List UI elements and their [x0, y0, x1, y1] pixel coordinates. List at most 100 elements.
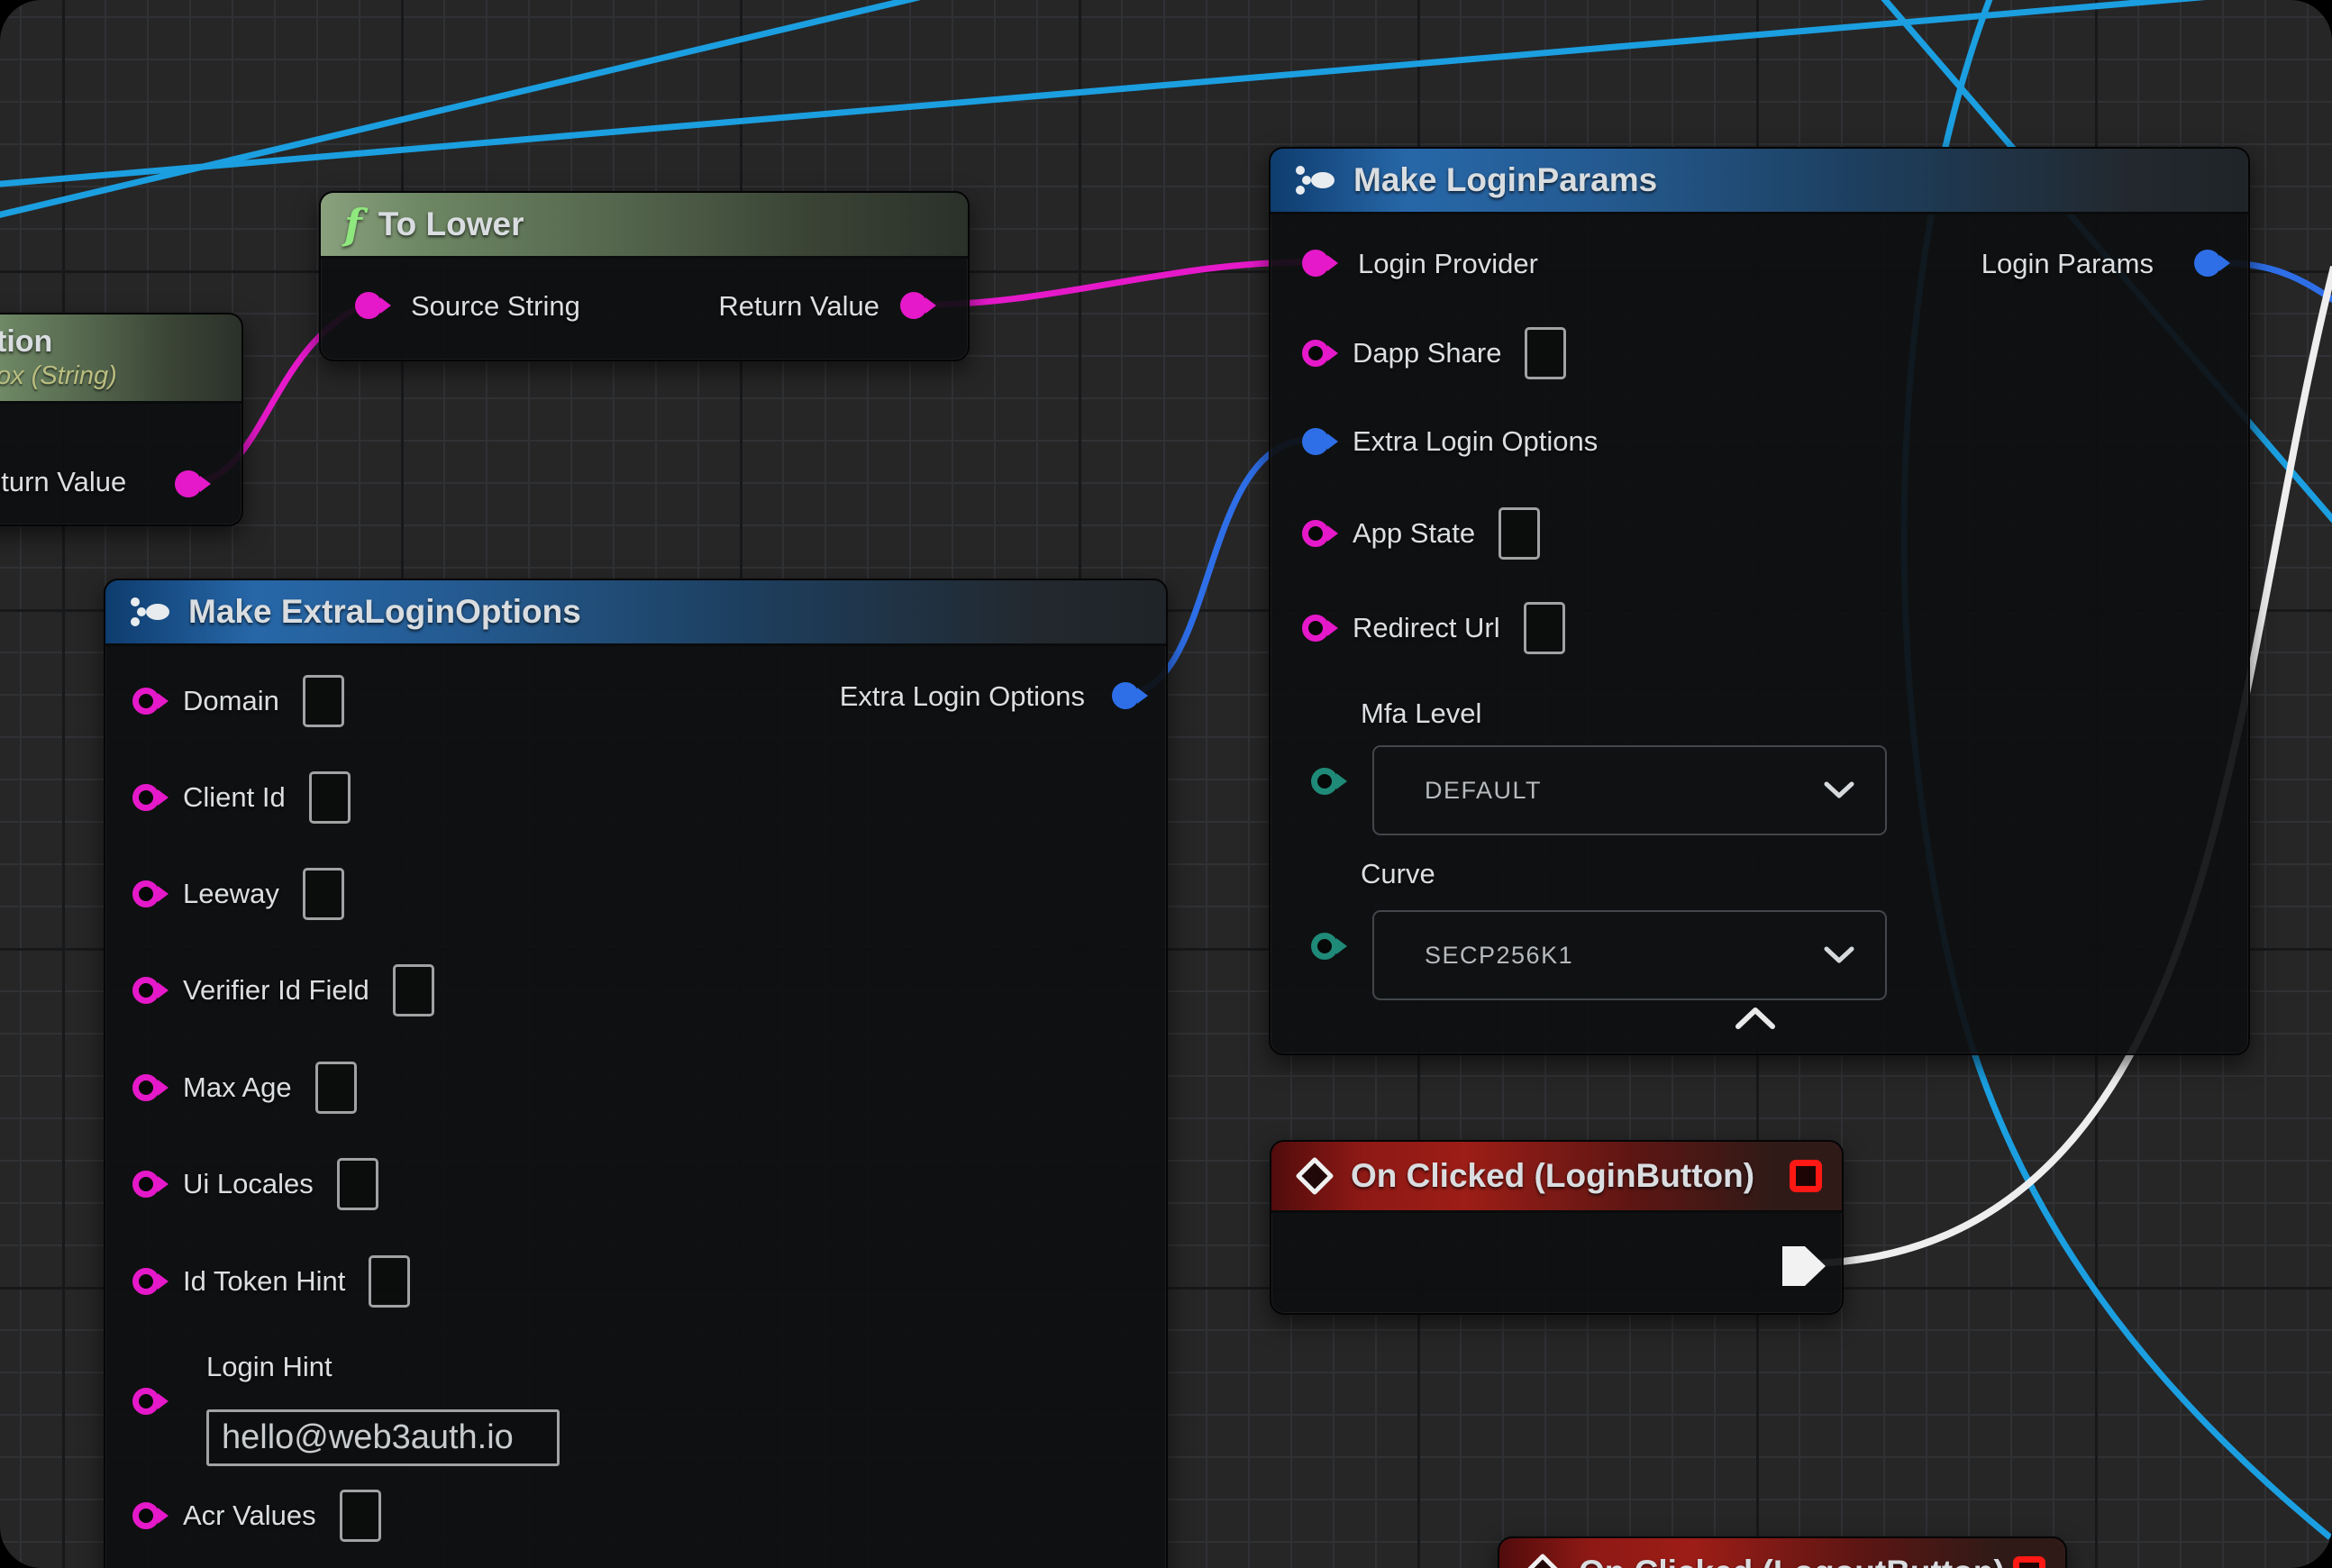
pin-label-redirect-url: Redirect Url — [1353, 612, 1500, 644]
pin-label-login-hint: Login Hint — [206, 1351, 332, 1383]
node-make-extra-login-options[interactable]: Make ExtraLoginOptions Domain Extra Logi… — [104, 579, 1168, 1568]
pin-login-hint-in[interactable] — [132, 1388, 159, 1415]
pin-nub — [1336, 773, 1347, 789]
pin-verifier-id-field-in[interactable] — [132, 977, 159, 1004]
login-hint-input[interactable]: hello@web3auth.io — [206, 1409, 560, 1466]
event-diamond-icon — [1523, 1553, 1562, 1568]
pin-nub — [158, 789, 169, 806]
pin-source-string-in[interactable] — [355, 292, 382, 319]
max-age-value-field[interactable] — [315, 1062, 357, 1114]
pin-label-return-value: Return Value — [718, 290, 879, 323]
pin-label-client-id: Client Id — [183, 781, 286, 814]
pin-nub — [158, 1273, 169, 1290]
node-to-lower[interactable]: f To Lower Source String Return Value — [319, 191, 970, 361]
pin-nub — [380, 297, 391, 314]
pin-domain-in[interactable] — [132, 688, 159, 715]
pin-nub — [158, 1393, 169, 1409]
node-title: On Clicked (LogoutButton) — [1579, 1554, 2005, 1568]
pin-nub — [1336, 938, 1347, 954]
chevron-down-icon — [1824, 946, 1854, 964]
wire-blue-diagonal-steep[interactable] — [0, 0, 961, 219]
node-partial-getter[interactable]: tion ox (String) eturn Value — [0, 313, 243, 526]
mfa-level-value: DEFAULT — [1425, 777, 1542, 805]
pin-nub — [158, 1508, 169, 1524]
node-make-login-params[interactable]: Make LoginParams Login Provider Login Pa… — [1269, 147, 2250, 1055]
pin-label-extra-login-options-out: Extra Login Options — [840, 680, 1085, 713]
pin-dapp-share-in[interactable] — [1302, 340, 1329, 367]
pin-label-ui-locales: Ui Locales — [183, 1168, 314, 1200]
curve-value: SECP256K1 — [1425, 942, 1573, 970]
pin-extra-login-options-out[interactable] — [1112, 682, 1139, 709]
pin-label-extra-login-options: Extra Login Options — [1353, 425, 1598, 458]
leeway-value-field[interactable] — [303, 868, 344, 920]
pin-nub — [158, 693, 169, 709]
make-struct-icon — [1294, 164, 1337, 196]
redirect-url-value-field[interactable] — [1524, 602, 1565, 654]
exec-out-pin[interactable] — [1782, 1246, 1826, 1286]
pin-label-login-params-out: Login Params — [1981, 248, 2154, 280]
pin-return-value-out[interactable] — [900, 292, 927, 319]
pin-nub — [1327, 620, 1338, 636]
pin-id-token-hint-in[interactable] — [132, 1268, 159, 1295]
pin-label-domain: Domain — [183, 685, 279, 717]
blueprint-graph-canvas[interactable]: tion ox (String) eturn Value f To Lower … — [0, 0, 2332, 1568]
delegate-pin[interactable] — [1790, 1160, 1822, 1192]
blueprint-editor-screenshot: tion ox (String) eturn Value f To Lower … — [0, 0, 2332, 1568]
function-icon: f — [344, 204, 362, 245]
node-on-clicked-logout-button[interactable]: On Clicked (LogoutButton) — [1498, 1536, 2067, 1568]
chevron-down-icon — [1824, 781, 1854, 799]
pin-label-verifier-id-field: Verifier Id Field — [183, 974, 369, 1007]
wire-tolower-to-login-provider[interactable] — [913, 262, 1311, 305]
delegate-pin[interactable] — [2013, 1556, 2045, 1568]
curve-dropdown[interactable]: SECP256K1 — [1372, 910, 1887, 1000]
pin-extra-login-options-in[interactable] — [1302, 428, 1329, 455]
node-title: Make LoginParams — [1353, 161, 1657, 199]
node-on-clicked-login-button[interactable]: On Clicked (LoginButton) — [1270, 1140, 1844, 1315]
pin-curve-in[interactable] — [1311, 933, 1338, 960]
client-id-value-field[interactable] — [309, 771, 351, 824]
mfa-level-dropdown[interactable]: DEFAULT — [1372, 745, 1887, 835]
pin-label-leeway: Leeway — [183, 878, 279, 910]
pin-acr-values-in[interactable] — [132, 1502, 159, 1529]
event-diamond-icon — [1295, 1156, 1335, 1196]
pin-app-state-in[interactable] — [1302, 520, 1329, 547]
pin-label-id-token-hint: Id Token Hint — [183, 1265, 345, 1298]
collapse-chevron-up-icon[interactable] — [1735, 1007, 1776, 1030]
pin-nub — [158, 886, 169, 902]
pin-nub — [2219, 255, 2230, 271]
acr-values-value-field[interactable] — [340, 1490, 381, 1542]
pin-nub — [158, 1176, 169, 1192]
pin-label-login-provider: Login Provider — [1358, 248, 1538, 280]
verifier-id-value-field[interactable] — [393, 964, 434, 1016]
pin-nub — [1137, 688, 1148, 704]
pin-nub — [1327, 345, 1338, 361]
pin-leeway-in[interactable] — [132, 880, 159, 907]
pin-nub — [158, 982, 169, 998]
pin-label-acr-values: Acr Values — [183, 1500, 316, 1532]
pin-redirect-url-in[interactable] — [1302, 615, 1329, 642]
pin-label-max-age: Max Age — [183, 1071, 292, 1104]
pin-login-provider-in[interactable] — [1302, 250, 1329, 277]
pin-mfa-level-in[interactable] — [1311, 768, 1338, 795]
pin-nub — [200, 476, 211, 492]
pin-nub — [1327, 433, 1338, 450]
ui-locales-value-field[interactable] — [337, 1158, 378, 1210]
pin-label-curve: Curve — [1361, 858, 1435, 890]
pin-max-age-in[interactable] — [132, 1074, 159, 1101]
app-state-value-field[interactable] — [1498, 507, 1540, 560]
pin-label-return-value-clipped: eturn Value — [0, 466, 126, 498]
pin-return-value-out[interactable] — [175, 470, 202, 497]
pin-login-params-out[interactable] — [2194, 250, 2221, 277]
domain-value-field[interactable] — [303, 675, 344, 727]
id-token-hint-value-field[interactable] — [369, 1255, 410, 1308]
pin-ui-locales-in[interactable] — [132, 1171, 159, 1198]
pin-label-source-string: Source String — [411, 290, 580, 323]
make-struct-icon — [129, 596, 172, 628]
node-title: Make ExtraLoginOptions — [188, 593, 581, 631]
pin-label-app-state: App State — [1353, 517, 1475, 550]
pin-nub — [1327, 525, 1338, 542]
node-title: On Clicked (LoginButton) — [1351, 1157, 1754, 1195]
pin-nub — [1327, 255, 1338, 271]
dapp-share-value-field[interactable] — [1525, 327, 1566, 379]
pin-client-id-in[interactable] — [132, 784, 159, 811]
